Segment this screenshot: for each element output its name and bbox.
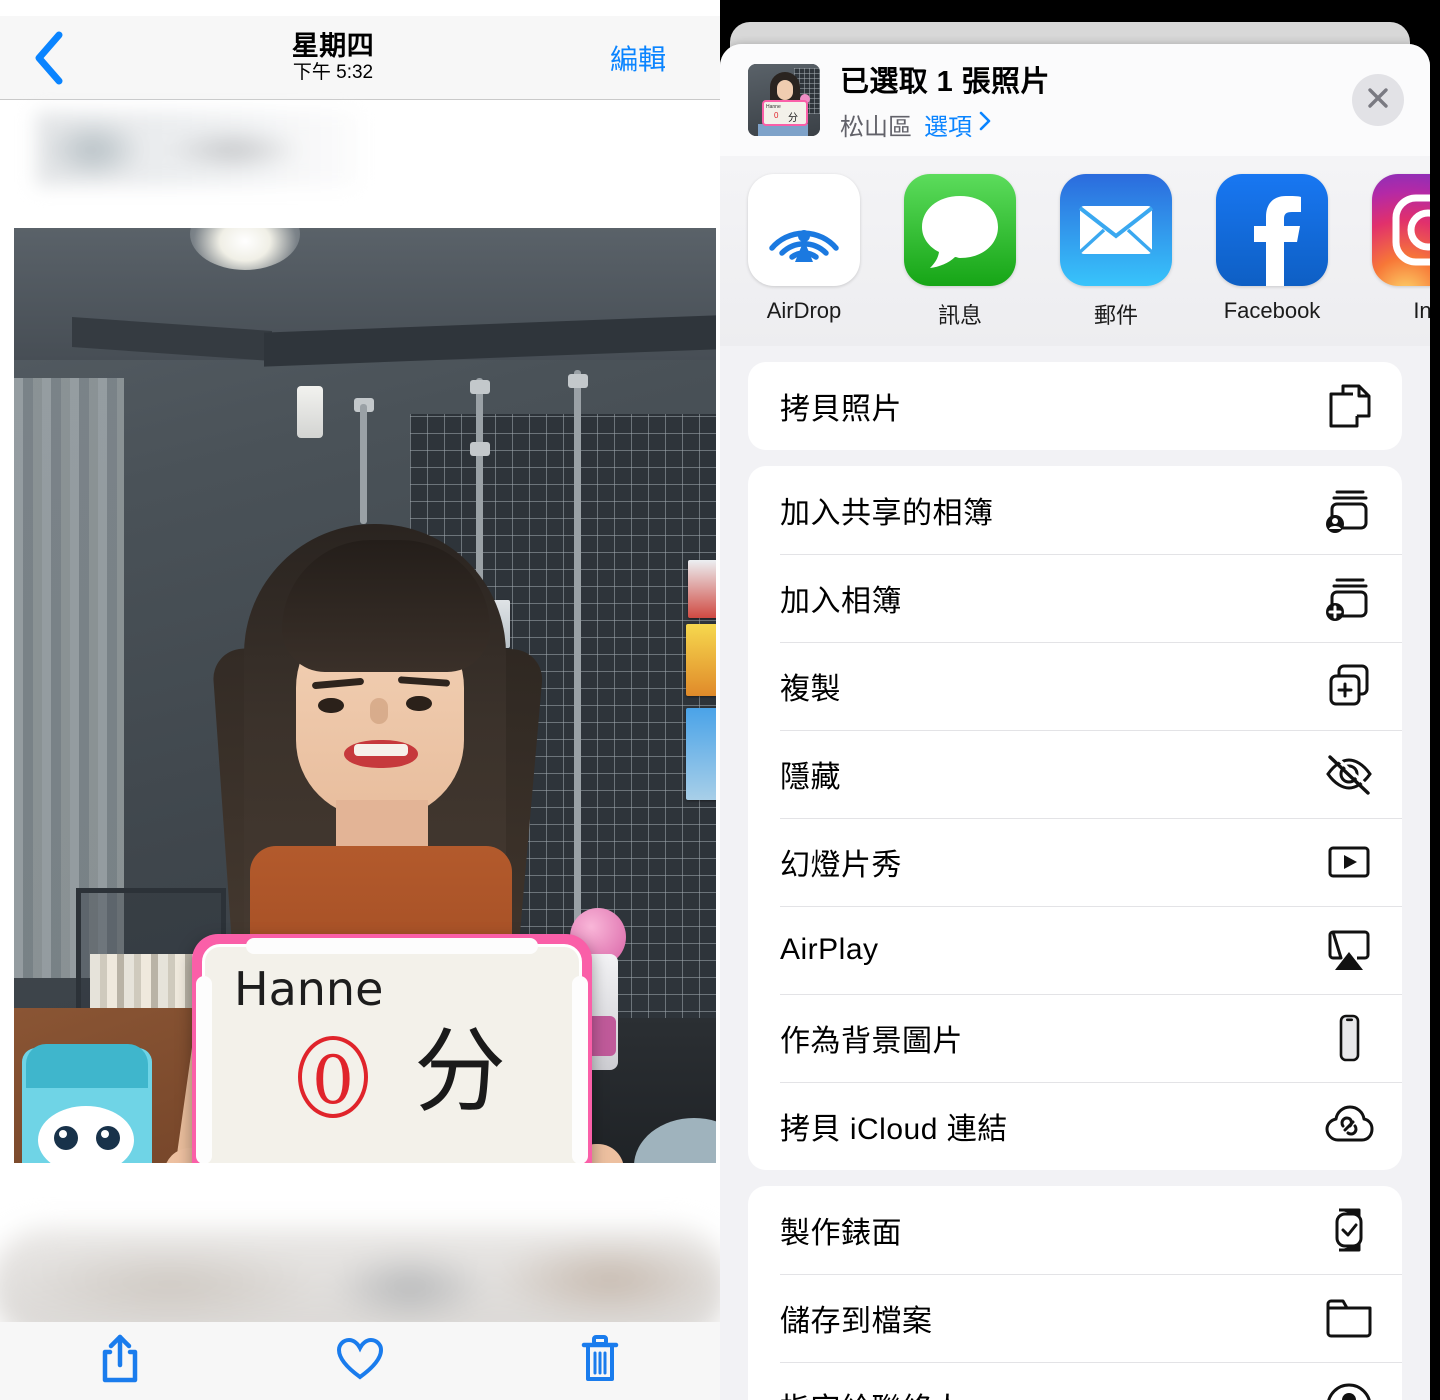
copy-photo-icon xyxy=(1322,379,1376,433)
share-target-airdrop[interactable]: AirDrop xyxy=(748,174,860,324)
action-row-assign-to-contact[interactable]: 指定給聯絡人 xyxy=(748,1362,1402,1400)
share-targets-row: AirDrop 訊息 郵件 Facebook In xyxy=(720,156,1430,346)
action-label: 儲存到檔案 xyxy=(780,1305,933,1338)
share-icon xyxy=(99,1333,141,1390)
action-label: 作為背景圖片 xyxy=(780,1025,963,1058)
action-row-copy-icloud-link[interactable]: 拷貝 iCloud 連結 xyxy=(748,1082,1402,1170)
options-label: 選項 xyxy=(924,114,972,141)
close-icon xyxy=(1364,84,1392,117)
messages-icon xyxy=(904,174,1016,286)
photo-image[interactable]: Hanne 0 分 xyxy=(14,228,716,1163)
blurred-caption xyxy=(36,112,360,186)
duplicate-icon xyxy=(1322,659,1376,713)
instagram-icon xyxy=(1372,174,1430,286)
action-row-create-watch-face[interactable]: 製作錶面 xyxy=(748,1186,1402,1274)
action-group-1: 拷貝照片 xyxy=(748,362,1402,450)
navigation-bar: 星期四 下午 5:32 編輯 xyxy=(0,16,720,100)
save-to-files-icon xyxy=(1322,1291,1376,1345)
action-label: AirPlay xyxy=(780,933,879,966)
whiteboard-unit-text: 分 xyxy=(414,1021,507,1123)
action-group-3: 製作錶面 儲存到檔案 xyxy=(748,1186,1402,1400)
share-target-facebook[interactable]: Facebook xyxy=(1216,174,1328,324)
action-row-hide[interactable]: 隱藏 xyxy=(748,730,1402,818)
watch-face-icon xyxy=(1322,1203,1376,1257)
action-row-add-shared-album[interactable]: 加入共享的相簿 xyxy=(748,466,1402,554)
favorite-button[interactable] xyxy=(240,1337,480,1386)
chevron-right-icon xyxy=(978,110,992,139)
share-target-messages[interactable]: 訊息 xyxy=(904,174,1016,330)
page-subtitle: 下午 5:32 xyxy=(292,62,374,84)
share-target-label: 訊息 xyxy=(937,303,982,328)
options-button[interactable]: 選項 xyxy=(924,107,992,142)
action-label: 指定給聯絡人 xyxy=(780,1384,1322,1400)
photo-detail-panel: 星期四 下午 5:32 編輯 Hanne 0 分 xyxy=(0,0,720,1400)
whiteboard: Hanne 0 分 xyxy=(192,934,592,1163)
action-row-copy-photo[interactable]: 拷貝照片 xyxy=(748,362,1402,450)
heart-icon xyxy=(336,1337,384,1386)
facebook-icon xyxy=(1216,174,1328,286)
wallpaper-icon xyxy=(1322,1011,1376,1065)
share-target-label: Facebook xyxy=(1223,298,1321,323)
action-label: 複製 xyxy=(780,673,841,706)
share-sheet-header: Hanne 0 分 已選取 1 張照片 松山區 選項 xyxy=(720,44,1430,156)
action-label: 隱藏 xyxy=(780,761,841,794)
icloud-link-icon xyxy=(1322,1099,1376,1153)
action-label: 加入共享的相簿 xyxy=(780,497,994,530)
share-sheet-panel: Hanne 0 分 已選取 1 張照片 松山區 選項 AirDrop 訊息 郵件… xyxy=(720,0,1440,1400)
slideshow-icon xyxy=(1322,835,1376,889)
whiteboard-score-text: 0 xyxy=(298,1036,368,1119)
assign-contact-icon xyxy=(1322,1379,1376,1400)
photo-toolbar xyxy=(0,1322,720,1400)
share-sheet-info: 已選取 1 張照片 松山區 選項 xyxy=(840,58,1352,142)
close-button[interactable] xyxy=(1352,74,1404,126)
action-label: 製作錶面 xyxy=(780,1217,902,1250)
action-label: 拷貝照片 xyxy=(780,393,902,426)
hide-eye-icon xyxy=(1322,747,1376,801)
action-label: 幻燈片秀 xyxy=(780,849,902,882)
action-group-2: 加入共享的相簿 加入相簿 複製 隱藏 幻燈片秀 AirPlay 作為背景圖片 拷… xyxy=(748,466,1402,1170)
selected-photo-thumbnail[interactable]: Hanne 0 分 xyxy=(748,64,820,136)
share-target-mail[interactable]: 郵件 xyxy=(1060,174,1172,330)
add-album-icon xyxy=(1322,571,1376,625)
share-target-label: AirDrop xyxy=(766,298,842,323)
whiteboard-name-text: Hanne xyxy=(234,962,384,1016)
screenshot-root: 星期四 下午 5:32 編輯 Hanne 0 分 Hanne 0 分 已選取 1… xyxy=(0,0,1440,1400)
selection-title: 已選取 1 張照片 xyxy=(840,66,1050,98)
share-sheet: Hanne 0 分 已選取 1 張照片 松山區 選項 AirDrop 訊息 郵件… xyxy=(720,44,1430,1400)
action-label: 加入相簿 xyxy=(780,585,902,618)
airplay-icon xyxy=(1322,923,1376,977)
nav-title-block: 星期四 下午 5:32 xyxy=(96,32,570,83)
share-target-label: 郵件 xyxy=(1093,303,1138,328)
mail-icon xyxy=(1060,174,1172,286)
chevron-left-icon xyxy=(31,31,65,85)
share-target-instagram[interactable]: Ins xyxy=(1372,174,1430,324)
action-row-save-to-files[interactable]: 儲存到檔案 xyxy=(748,1274,1402,1362)
action-label: 拷貝 iCloud 連結 xyxy=(780,1113,1008,1146)
action-row-duplicate[interactable]: 複製 xyxy=(748,642,1402,730)
trash-icon xyxy=(579,1334,621,1389)
shared-album-icon xyxy=(1322,483,1376,537)
share-target-label: Ins xyxy=(1413,298,1430,323)
back-button[interactable] xyxy=(0,16,96,100)
airdrop-icon xyxy=(748,174,860,286)
page-title: 星期四 xyxy=(291,30,375,61)
action-row-airplay[interactable]: AirPlay xyxy=(748,906,1402,994)
action-row-use-as-wallpaper[interactable]: 作為背景圖片 xyxy=(748,994,1402,1082)
action-row-slideshow[interactable]: 幻燈片秀 xyxy=(748,818,1402,906)
delete-button[interactable] xyxy=(480,1334,720,1389)
share-button[interactable] xyxy=(0,1333,240,1390)
edit-button[interactable]: 編輯 xyxy=(570,38,720,78)
photo-location: 松山區 xyxy=(840,114,912,141)
action-row-add-album[interactable]: 加入相簿 xyxy=(748,554,1402,642)
